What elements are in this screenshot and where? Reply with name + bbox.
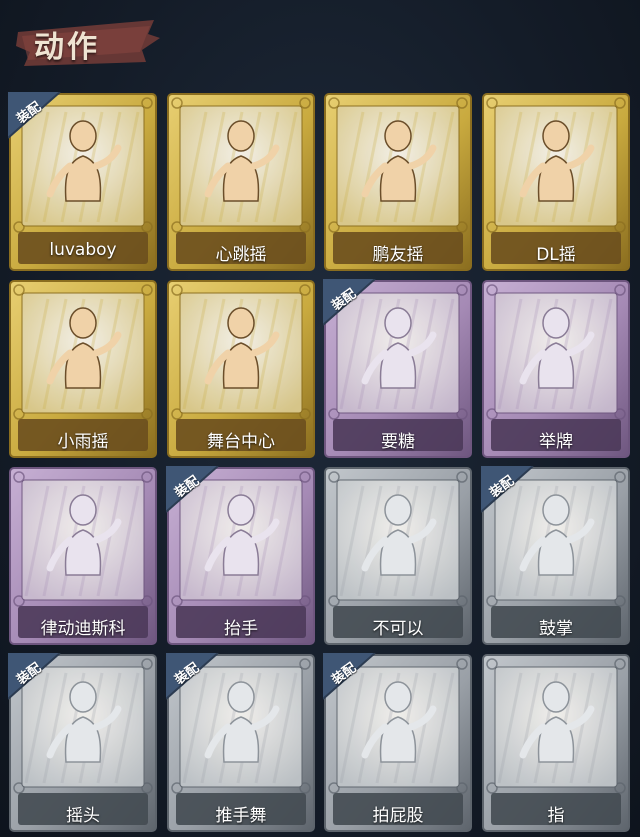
rain-dance-icon (46, 307, 122, 389)
emote-label: 摇头 (66, 806, 100, 826)
emote-label: 鹏友摇 (372, 245, 424, 265)
emote-label: 不可以 (372, 619, 424, 639)
heartbeat-dance-icon (204, 120, 280, 202)
emote-card[interactable]: 要糖 装配 (323, 279, 473, 459)
emote-label: 要糖 (381, 432, 415, 452)
emote-label: 鼓掌 (539, 619, 573, 639)
equipped-badge (8, 653, 61, 700)
equipped-badge (323, 653, 376, 700)
friend-dance-icon (361, 120, 437, 202)
page-title: 动作 (34, 30, 100, 65)
emote-card[interactable]: 心跳摇 (166, 92, 316, 272)
emote-label: 抬手 (224, 619, 258, 639)
emote-label: 小雨摇 (57, 432, 109, 452)
emote-card[interactable]: DL摇 (481, 92, 631, 272)
stage-center-icon (204, 307, 280, 389)
emote-card[interactable]: 推手舞 装配 (166, 653, 316, 833)
header: 动作 (0, 0, 640, 80)
emote-card[interactable]: 举牌 (481, 279, 631, 459)
emote-label: 舞台中心 (207, 432, 275, 452)
equipped-badge (166, 653, 219, 700)
emote-label: 拍屁股 (372, 806, 424, 826)
emote-card[interactable]: 摇头 装配 (8, 653, 158, 833)
hold-sign-icon (519, 307, 595, 389)
emote-card[interactable]: 鼓掌 装配 (481, 466, 631, 646)
emote-label: 举牌 (539, 432, 573, 452)
emote-card[interactable]: 律动迪斯科 (8, 466, 158, 646)
emote-card[interactable]: luvaboy 装配 (8, 92, 158, 272)
dl-dance-icon (519, 120, 595, 202)
equipped-badge (166, 466, 219, 513)
equipped-badge (323, 279, 376, 326)
emote-card[interactable]: 抬手 装配 (166, 466, 316, 646)
emote-card[interactable]: 鹏友摇 (323, 92, 473, 272)
emote-label: 推手舞 (215, 806, 267, 826)
emote-card[interactable]: 不可以 (323, 466, 473, 646)
equipped-badge (8, 92, 61, 139)
equipped-badge (481, 466, 534, 513)
emote-label: DL摇 (536, 245, 576, 265)
emote-label: luvaboy (49, 240, 117, 260)
emote-card[interactable]: 舞台中心 (166, 279, 316, 459)
emote-card[interactable]: 指 (481, 653, 631, 833)
disco-icon (46, 494, 122, 576)
emote-label: 指 (547, 806, 565, 826)
emote-grid: luvaboy 装配心跳摇 鹏友摇 DL摇小雨摇 舞台中心 要糖 装配举牌律动迪斯科 抬手 装配… (0, 86, 640, 837)
emote-label: 心跳摇 (215, 245, 267, 265)
emote-label: 律动迪斯科 (40, 619, 126, 639)
finger-wag-icon (361, 494, 437, 576)
point-icon (519, 681, 595, 763)
emote-card[interactable]: 小雨摇 (8, 279, 158, 459)
emote-card[interactable]: 拍屁股 装配 (323, 653, 473, 833)
